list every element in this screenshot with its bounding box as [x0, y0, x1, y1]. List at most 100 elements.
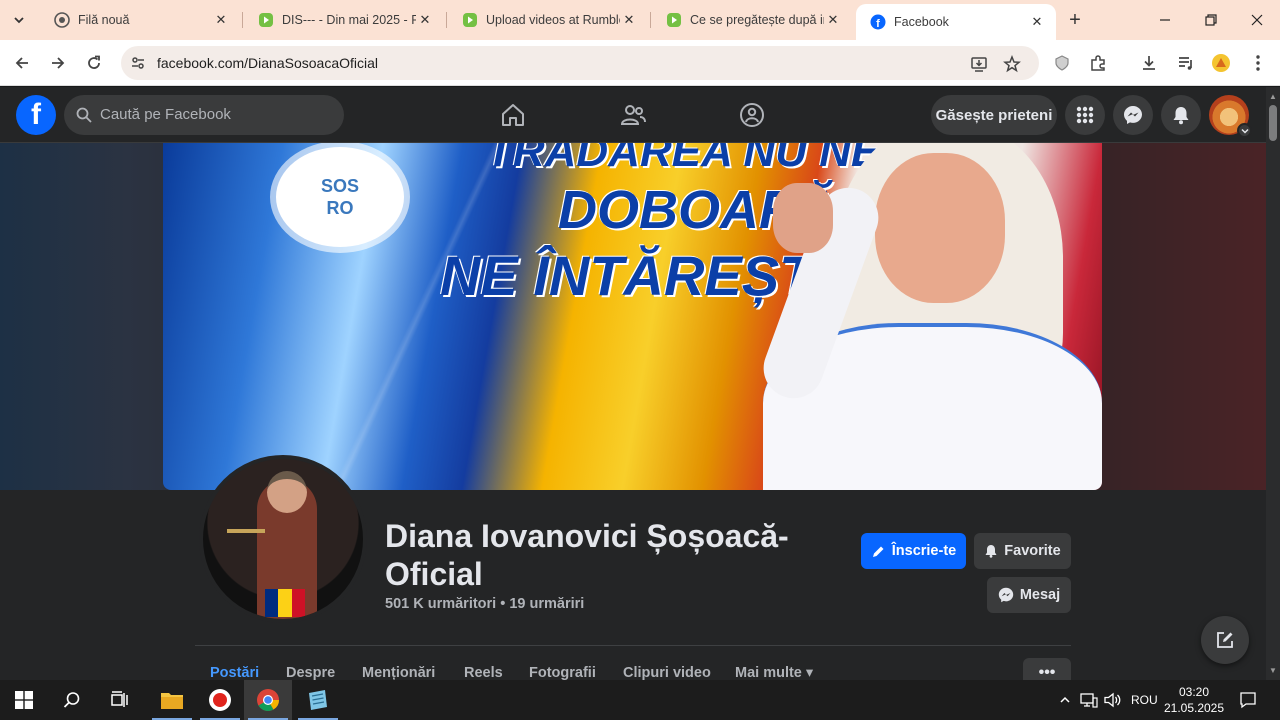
scroll-down-arrow-icon[interactable]: ▼ — [1268, 665, 1278, 675]
cover-person-illustration — [755, 143, 1102, 490]
follower-stats[interactable]: 501 K urmăritori • 19 urmăriri — [385, 596, 584, 612]
window-close-icon[interactable] — [1234, 0, 1280, 40]
messenger-icon — [998, 587, 1014, 603]
tab-posts[interactable]: Postări — [210, 665, 259, 681]
clock-date: 21.05.2025 — [1163, 701, 1225, 715]
tab-title: Ce se pregătește după in — [690, 13, 824, 27]
rumble-icon — [258, 12, 274, 28]
chrome-taskbar-icon[interactable] — [244, 680, 292, 720]
reload-icon[interactable] — [82, 51, 106, 75]
browser-toolbar: facebook.com/DianaSosoacaOficial — [0, 40, 1280, 86]
browser-menu-icon[interactable] — [1247, 52, 1269, 74]
minimize-icon[interactable] — [1142, 0, 1188, 40]
favorites-button-label: Favorite — [1004, 543, 1061, 559]
tab-title: Filă nouă — [78, 13, 130, 27]
tab-new-tab[interactable]: Filă nouă ✕ — [40, 0, 240, 40]
page-content: SOS RO TRĂDAREA NU NE DOBOARĂ NE ÎNTĂREȘ… — [0, 143, 1266, 688]
logo-text: RO — [326, 198, 354, 218]
account-avatar[interactable] — [1209, 95, 1252, 138]
rumble-icon — [462, 12, 478, 28]
notifications-bell-icon[interactable] — [1161, 95, 1201, 135]
svg-text:f: f — [876, 18, 880, 30]
profile-avatar-icon[interactable] — [1210, 52, 1232, 74]
screen-recorder-icon[interactable] — [196, 680, 244, 720]
tab-close-icon[interactable]: ✕ — [416, 11, 434, 29]
message-button-label: Mesaj — [1019, 587, 1061, 603]
site-settings-icon[interactable] — [129, 54, 147, 72]
bookmark-star-icon[interactable] — [1002, 54, 1022, 74]
romanian-flag-icon — [265, 589, 305, 617]
tab-photos[interactable]: Fotografii — [529, 665, 596, 681]
scrollbar-thumb[interactable] — [1269, 105, 1277, 141]
file-explorer-icon[interactable] — [148, 680, 196, 720]
extension-shield-icon[interactable] — [1051, 52, 1073, 74]
tab-separator — [650, 12, 651, 28]
forward-arrow-icon[interactable] — [46, 51, 70, 75]
task-view-icon[interactable] — [96, 680, 144, 720]
search-placeholder: Caută pe Facebook — [100, 106, 231, 123]
messenger-icon[interactable] — [1113, 95, 1153, 135]
page-scrollbar[interactable]: ▲ ▼ — [1266, 87, 1280, 680]
rumble-icon — [666, 12, 682, 28]
pencil-icon — [872, 546, 884, 557]
address-bar[interactable]: facebook.com/DianaSosoacaOficial — [121, 46, 1039, 80]
clock-time: 03:20 — [1178, 685, 1210, 699]
header-divider — [195, 645, 1071, 646]
extensions-puzzle-icon[interactable] — [1087, 52, 1109, 74]
show-hidden-icons-chevron-icon[interactable] — [1055, 690, 1075, 710]
notification-center-icon[interactable] — [1238, 690, 1258, 710]
join-button[interactable]: Înscrie-te — [861, 533, 966, 569]
tab-search-chevron-icon[interactable] — [6, 8, 32, 32]
facebook-logo-icon[interactable]: f — [16, 95, 56, 135]
menu-grid-icon[interactable] — [1065, 95, 1105, 135]
groups-icon[interactable] — [738, 101, 766, 129]
tab-more[interactable]: Mai multe ▾ — [735, 665, 813, 681]
tab-close-icon[interactable]: ✕ — [212, 11, 230, 29]
url-text: facebook.com/DianaSosoacaOficial — [157, 55, 379, 71]
input-language-indicator[interactable]: ROU — [1131, 693, 1158, 707]
tab-rumble-upload[interactable]: Upload videos at Rumble ✕ — [448, 0, 648, 40]
home-icon[interactable] — [499, 101, 527, 129]
notepad-app-icon[interactable] — [294, 680, 342, 720]
tab-close-icon[interactable]: ✕ — [1028, 13, 1046, 31]
volume-icon[interactable] — [1103, 690, 1123, 710]
cover-photo[interactable]: SOS RO TRĂDAREA NU NE DOBOARĂ NE ÎNTĂREȘ… — [163, 143, 1102, 490]
system-clock[interactable]: 03:20 21.05.2025 — [1160, 684, 1228, 716]
tab-videos[interactable]: Clipuri video — [623, 665, 711, 681]
tab-mentions[interactable]: Menționări — [362, 665, 435, 681]
tab-separator — [242, 12, 243, 28]
bell-icon — [985, 545, 997, 558]
tab-rumble-dis[interactable]: DIS--- - Din mai 2025 - P ✕ — [244, 0, 444, 40]
network-icon[interactable] — [1079, 690, 1099, 710]
message-button[interactable]: Mesaj — [987, 577, 1071, 613]
tab-title: Facebook — [894, 15, 949, 29]
tab-title: DIS--- - Din mai 2025 - P — [282, 13, 416, 27]
downloads-icon[interactable] — [1138, 52, 1160, 74]
facebook-search-input[interactable]: Caută pe Facebook — [64, 95, 344, 135]
facebook-top-bar: f Caută pe Facebook Găsește prieteni — [0, 87, 1266, 143]
favorites-button[interactable]: Favorite — [974, 533, 1071, 569]
install-app-icon[interactable] — [969, 54, 989, 74]
tab-title: Upload videos at Rumble — [486, 13, 620, 27]
restore-icon[interactable] — [1188, 0, 1234, 40]
join-button-label: Înscrie-te — [891, 543, 957, 559]
media-queue-icon[interactable] — [1175, 52, 1197, 74]
taskbar-search-icon[interactable] — [48, 680, 96, 720]
find-friends-button[interactable]: Găsește prieteni — [931, 95, 1057, 135]
tab-reels[interactable]: Reels — [464, 665, 503, 681]
tab-facebook[interactable]: f Facebook ✕ — [856, 4, 1056, 40]
tab-about[interactable]: Despre — [286, 665, 335, 681]
profile-picture[interactable] — [199, 455, 367, 623]
account-chevron-icon[interactable] — [1237, 123, 1252, 138]
friends-icon[interactable] — [619, 101, 647, 129]
search-icon — [76, 107, 92, 128]
windows-start-icon[interactable] — [0, 680, 48, 720]
scroll-up-arrow-icon[interactable]: ▲ — [1268, 91, 1278, 101]
tab-rumble-article[interactable]: Ce se pregătește după in ✕ — [652, 0, 852, 40]
tab-close-icon[interactable]: ✕ — [824, 11, 842, 29]
tab-close-icon[interactable]: ✕ — [620, 11, 638, 29]
new-message-compose-icon[interactable] — [1201, 616, 1249, 664]
new-tab-plus-icon[interactable]: + — [1064, 9, 1086, 31]
back-arrow-icon[interactable] — [10, 51, 34, 75]
logo-text: SOS — [320, 176, 359, 196]
